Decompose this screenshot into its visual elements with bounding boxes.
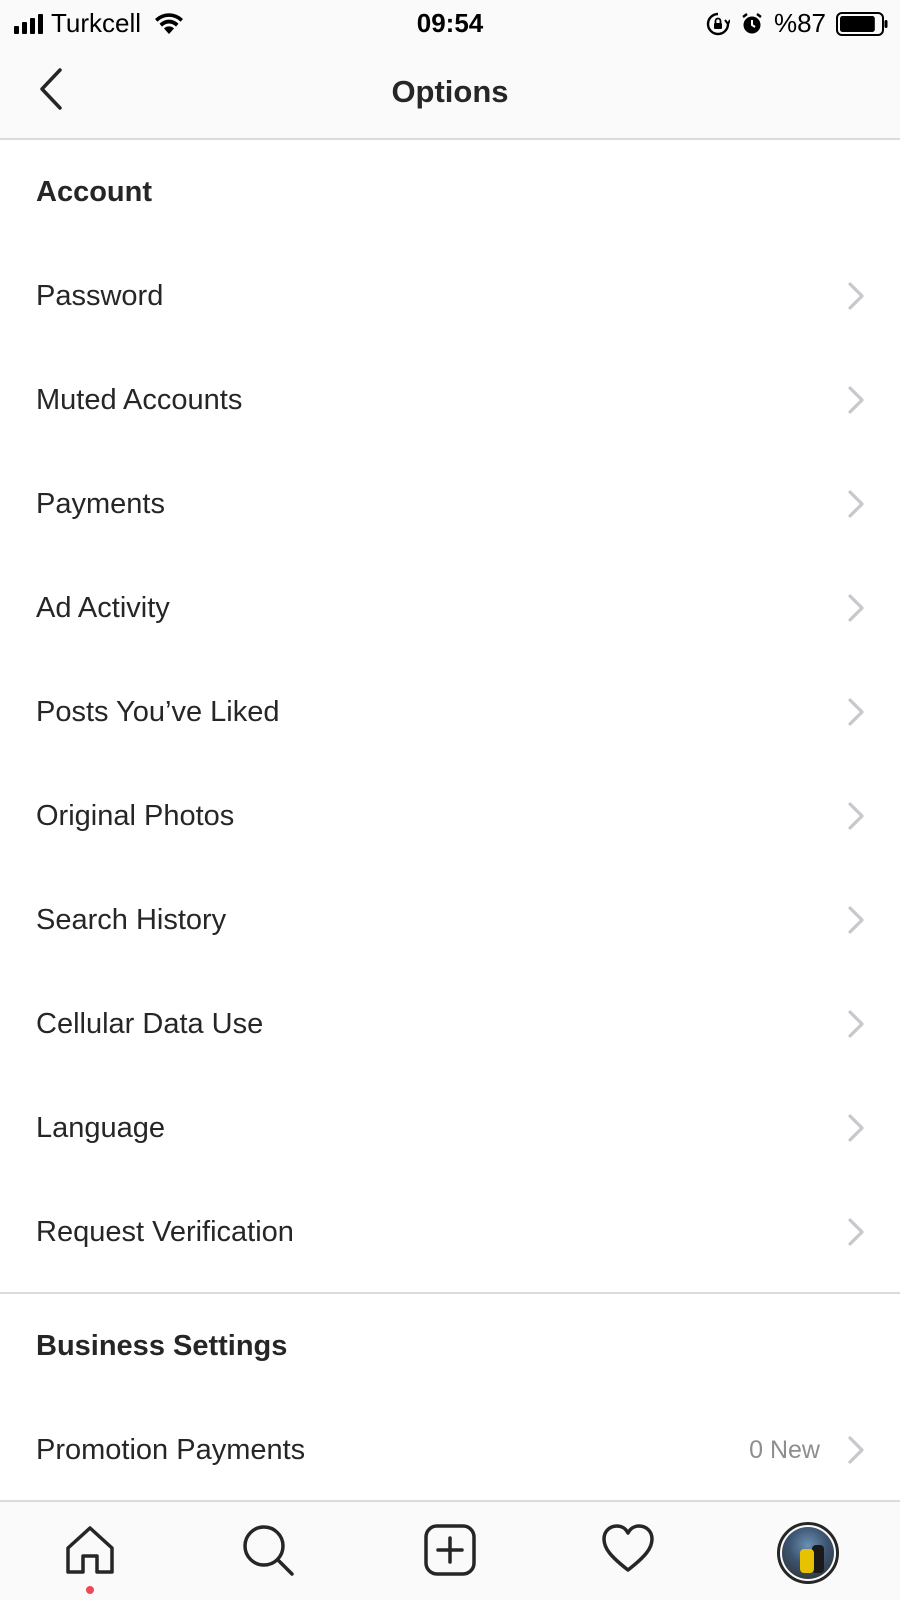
list-item-label: Password [36, 279, 164, 312]
list-item[interactable]: Original Photos [0, 764, 900, 868]
tab-activity[interactable] [598, 1520, 658, 1580]
chevron-right-icon [848, 1436, 864, 1464]
status-right: %87 [706, 8, 888, 39]
chevron-right-icon [848, 1114, 864, 1142]
list-item[interactable]: Password [0, 244, 900, 348]
list-item[interactable]: Search History [0, 868, 900, 972]
chevron-right-icon [848, 386, 864, 414]
list-item-label: Request Verification [36, 1215, 294, 1248]
list-item[interactable]: Muted Accounts [0, 348, 900, 452]
list-item[interactable]: Payments [0, 452, 900, 556]
list-item[interactable]: Ad Activity [0, 556, 900, 660]
chevron-right-icon [848, 1218, 864, 1246]
list-item-label: Cellular Data Use [36, 1007, 264, 1040]
list-item-label: Original Photos [36, 799, 235, 832]
chevron-right-icon [848, 1010, 864, 1038]
chevron-right-icon [848, 490, 864, 518]
list-item-label: Promotion Payments [36, 1433, 306, 1466]
alarm-icon [742, 12, 762, 33]
account-items: Password Muted Accounts Payments Ad Activit… [0, 244, 900, 1284]
list-item-label: Posts You’ve Liked [36, 695, 280, 728]
tab-home[interactable] [60, 1520, 120, 1580]
list-item-meta: 0 New [749, 1435, 820, 1464]
new-post-icon [424, 1524, 476, 1576]
list-item-label: Search History [36, 903, 227, 936]
list-item[interactable]: Promotion Payments 0 New [0, 1398, 900, 1502]
list-item-label: Ad Activity [36, 591, 170, 624]
options-list: Account Password Muted Accounts Payments Ad… [0, 140, 900, 1502]
chevron-right-icon [848, 802, 864, 830]
tab-new-post[interactable] [420, 1520, 480, 1580]
chevron-right-icon [848, 282, 864, 310]
avatar-image [782, 1527, 834, 1579]
status-bar: Turkcell 09:54 %87 [0, 0, 900, 46]
battery-percentage: %87 [773, 8, 826, 38]
section-header-account: Account [36, 175, 152, 208]
list-item[interactable]: Posts You’ve Liked [0, 660, 900, 764]
rotation-lock-icon [706, 12, 730, 35]
list-item-label: Muted Accounts [36, 383, 243, 416]
chevron-right-icon [848, 906, 864, 934]
activity-heart-icon [602, 1524, 654, 1572]
section-header-business-settings: Business Settings [36, 1329, 288, 1362]
tab-bar [0, 1500, 900, 1600]
list-item-label: Language [36, 1111, 166, 1144]
chevron-right-icon [848, 594, 864, 622]
home-icon [66, 1526, 114, 1574]
nav-header: Options [0, 46, 900, 140]
list-item[interactable]: Cellular Data Use [0, 972, 900, 1076]
page-title: Options [391, 74, 509, 109]
home-notification-dot [86, 1586, 94, 1594]
battery-icon [836, 11, 888, 36]
profile-avatar[interactable] [777, 1522, 839, 1584]
list-item[interactable]: Language [0, 1076, 900, 1180]
list-item[interactable]: Request Verification [0, 1180, 900, 1284]
search-icon [243, 1525, 294, 1576]
business-items: Promotion Payments 0 New [0, 1398, 900, 1502]
tab-search[interactable] [238, 1520, 298, 1580]
chevron-right-icon [848, 698, 864, 726]
list-item-label: Payments [36, 487, 165, 520]
